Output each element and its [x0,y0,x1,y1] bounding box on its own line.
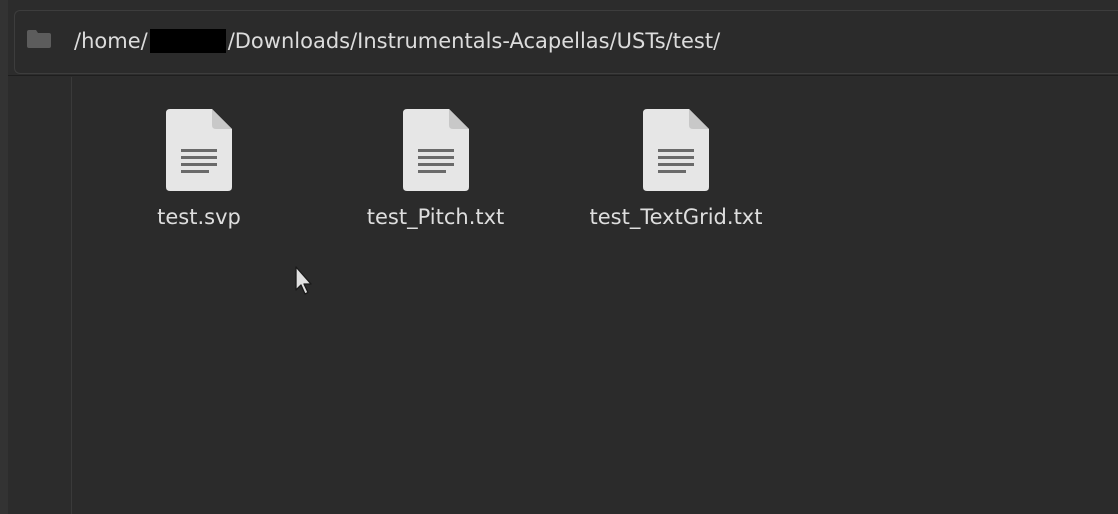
folder-icon [27,30,51,48]
sidebar [8,77,72,514]
text-file-icon [402,109,469,191]
path-suffix: /Downloads/Instrumentals-Acapellas/USTs/… [227,29,721,53]
text-file-icon [643,109,709,191]
file-item[interactable]: test_TextGrid.txt [566,109,786,229]
path-prefix: /home/ [74,29,148,53]
text-file-icon [166,109,232,191]
file-name: test_TextGrid.txt [589,205,763,229]
file-item[interactable]: test_Pitch.txt [348,109,523,229]
file-item[interactable]: test.svp [134,109,264,229]
current-path[interactable]: /home/ /Downloads/Instrumentals-Acapella… [74,28,720,54]
file-manager-window: /home/ /Downloads/Instrumentals-Acapella… [0,0,1118,514]
window-edge [0,0,8,514]
mouse-pointer-icon [295,266,312,295]
file-name: test.svp [157,205,241,229]
redacted-username [149,29,226,53]
file-name: test_Pitch.txt [366,205,505,229]
file-view[interactable]: test.svp test_Pitch.txt test_TextGrid.tx… [72,77,1118,514]
